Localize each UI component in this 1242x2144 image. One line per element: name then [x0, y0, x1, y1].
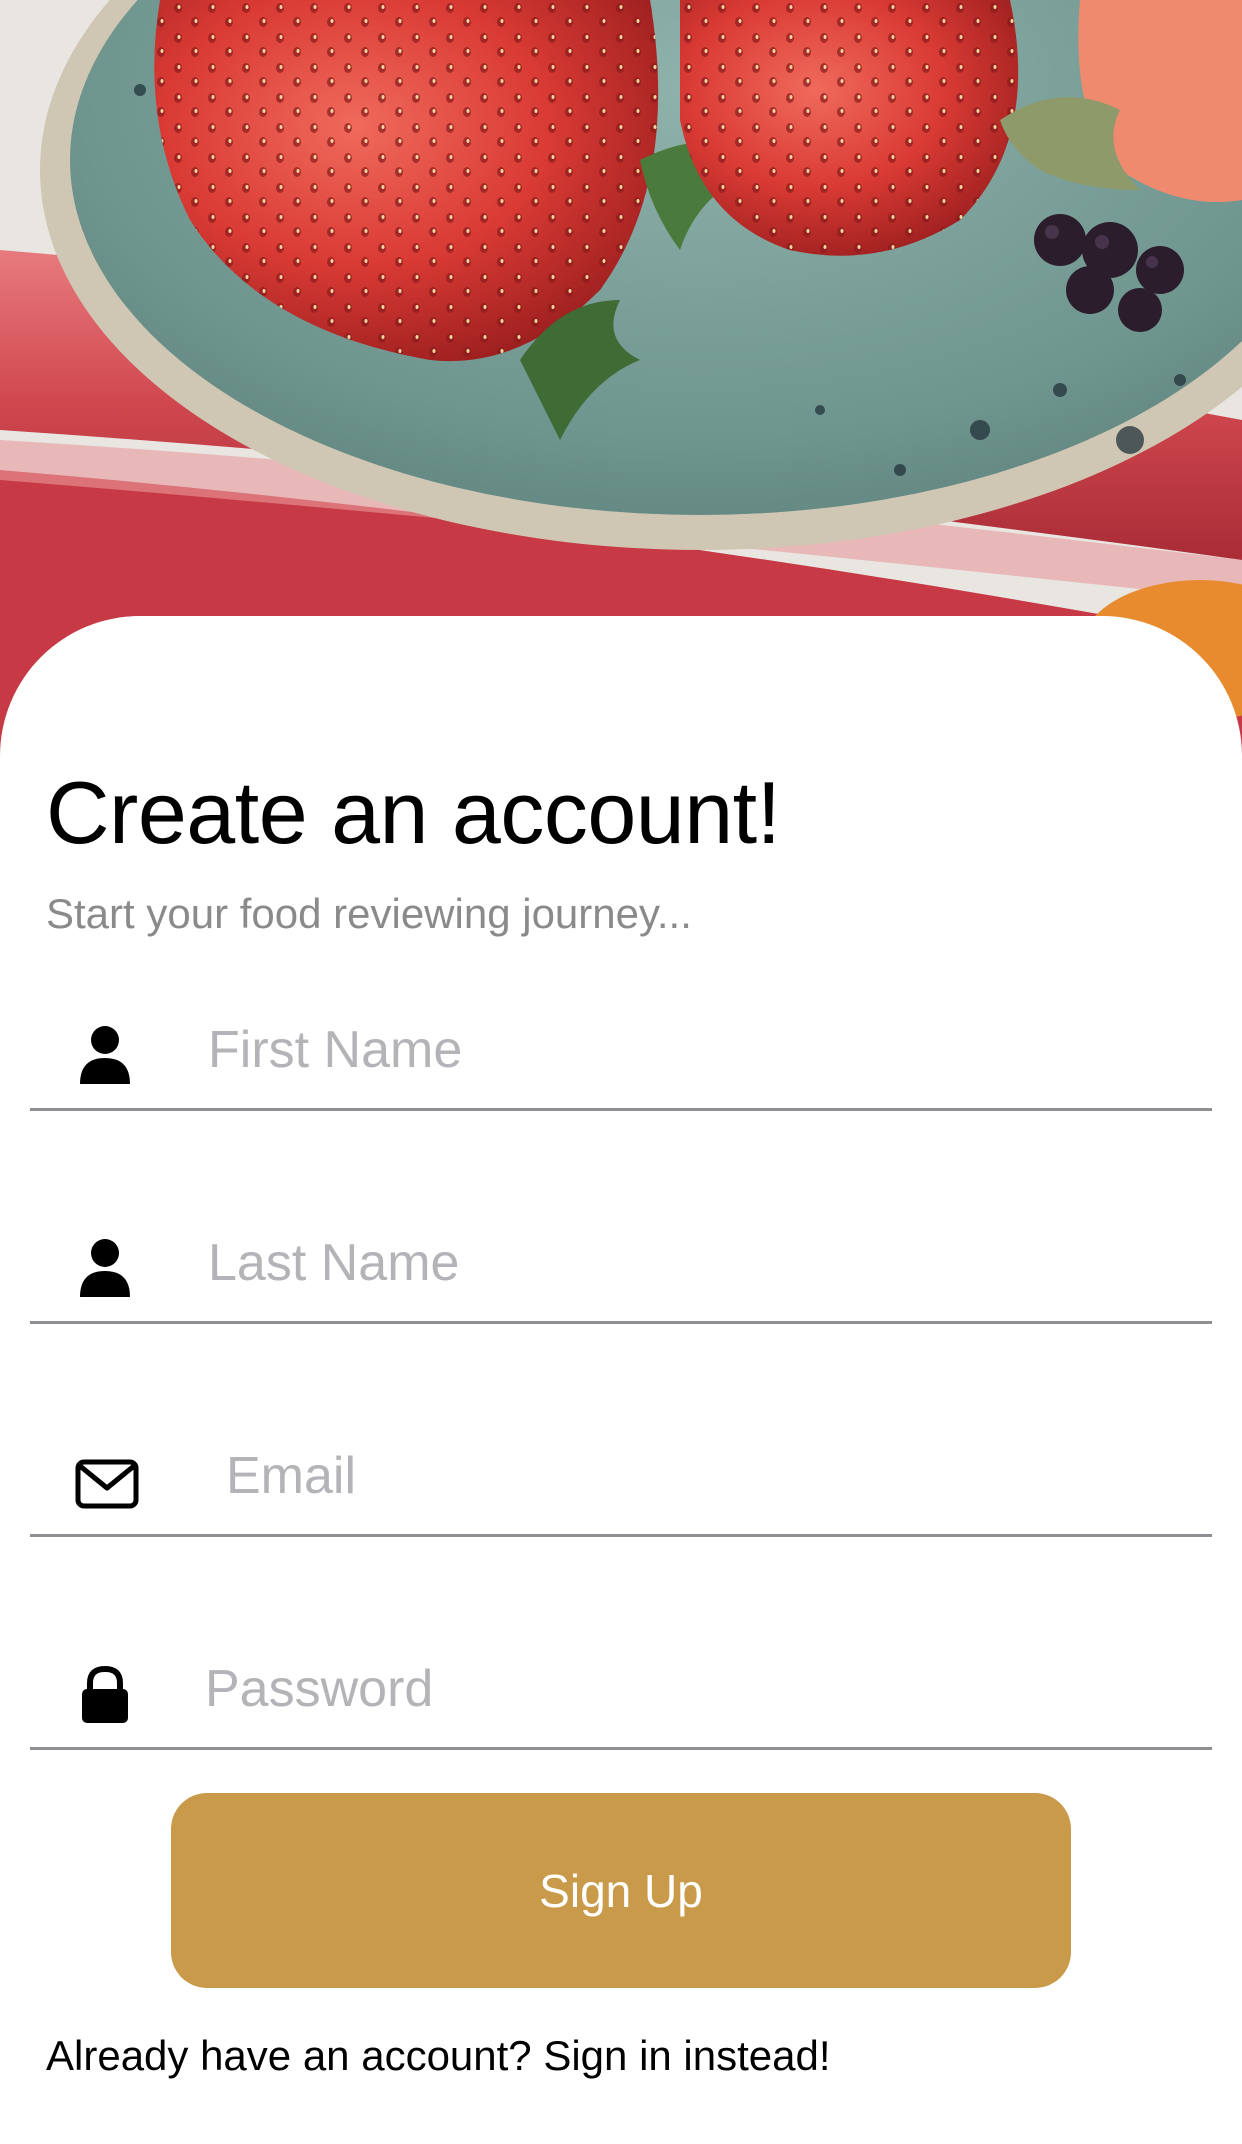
last-name-input[interactable] — [208, 1213, 1108, 1313]
password-input[interactable] — [205, 1639, 1105, 1739]
first-name-field[interactable] — [30, 988, 1212, 1111]
page-title: Create an account! — [46, 763, 781, 862]
envelope-icon — [72, 1448, 142, 1514]
email-input[interactable] — [226, 1426, 1126, 1526]
last-name-field[interactable] — [30, 1201, 1212, 1324]
email-field[interactable] — [30, 1414, 1212, 1537]
sign-up-button[interactable]: Sign Up — [171, 1793, 1071, 1988]
person-icon — [72, 1235, 138, 1301]
lock-icon — [72, 1661, 138, 1727]
first-name-input[interactable] — [208, 1000, 1108, 1100]
sign-in-link[interactable]: Already have an account? Sign in instead… — [46, 2032, 831, 2080]
password-field[interactable] — [30, 1627, 1212, 1750]
person-icon — [72, 1022, 138, 1088]
page-subtitle: Start your food reviewing journey... — [46, 890, 692, 937]
